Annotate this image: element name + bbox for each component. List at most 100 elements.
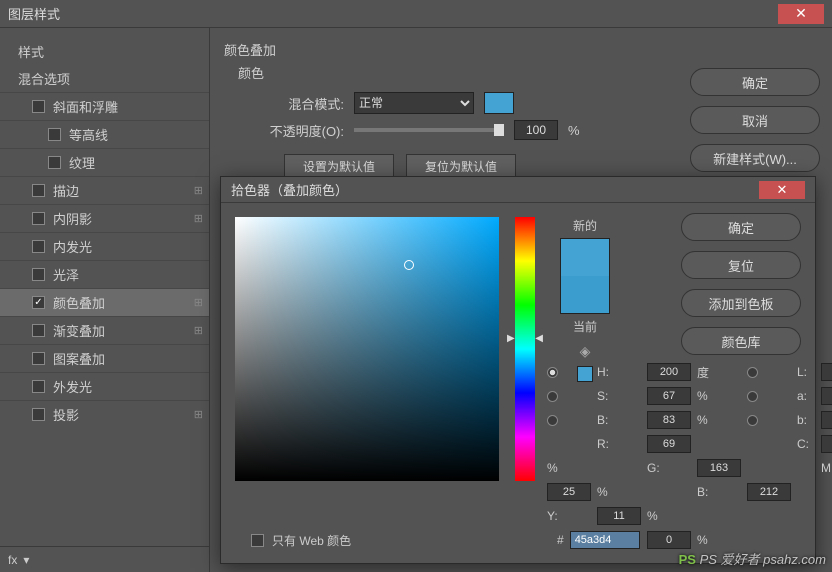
style-item-渐变叠加[interactable]: 渐变叠加 ⊞	[0, 316, 209, 344]
style-label: 纹理	[69, 153, 95, 172]
style-item-外发光[interactable]: 外发光	[0, 372, 209, 400]
color-lib-button[interactable]: 颜色库	[681, 327, 801, 355]
a-input[interactable]	[821, 387, 832, 405]
style-checkbox[interactable]	[32, 296, 45, 309]
style-label: 渐变叠加	[53, 321, 105, 340]
style-label: 内发光	[53, 237, 92, 256]
new-color-swatch	[561, 239, 609, 276]
bb-radio[interactable]	[747, 415, 758, 426]
cancel-button[interactable]: 取消	[690, 106, 820, 134]
y-input[interactable]	[597, 507, 641, 525]
web-only-row: 只有 Web 颜色	[251, 532, 351, 549]
blend-options[interactable]: 混合选项	[0, 65, 209, 92]
overlay-color-swatch[interactable]	[484, 92, 514, 114]
current-label: 当前	[573, 318, 597, 335]
style-item-内发光[interactable]: 内发光	[0, 232, 209, 260]
add-swatch-button[interactable]: 添加到色板	[681, 289, 801, 317]
k-input[interactable]	[647, 531, 691, 549]
grip-icon[interactable]: ⊞	[194, 296, 203, 309]
style-label: 内阴影	[53, 209, 92, 228]
style-checkbox[interactable]	[32, 352, 45, 365]
opacity-label: 不透明度(O):	[254, 121, 344, 140]
title-bar: 图层样式 ✕	[0, 0, 832, 28]
h-radio[interactable]	[547, 367, 558, 378]
style-item-等高线[interactable]: 等高线	[0, 120, 209, 148]
hue-thumb[interactable]: ▶◀	[507, 333, 543, 344]
chevron-down-icon[interactable]: ▾	[23, 553, 29, 567]
style-label: 图案叠加	[53, 349, 105, 368]
style-checkbox[interactable]	[32, 380, 45, 393]
c-input[interactable]	[821, 435, 832, 453]
web-only-label: 只有 Web 颜色	[272, 532, 351, 549]
style-item-投影[interactable]: 投影 ⊞	[0, 400, 209, 428]
new-style-button[interactable]: 新建样式(W)...	[690, 144, 820, 172]
hex-row: #	[557, 531, 640, 549]
ok-button[interactable]: 确定	[690, 68, 820, 96]
hex-input[interactable]	[570, 531, 640, 549]
opacity-slider[interactable]	[354, 128, 504, 132]
style-item-光泽[interactable]: 光泽	[0, 260, 209, 288]
blend-mode-label: 混合模式:	[254, 94, 344, 113]
l-radio[interactable]	[747, 367, 758, 378]
close-button[interactable]: ✕	[778, 4, 824, 24]
style-label: 描边	[53, 181, 79, 200]
fx-label: fx	[8, 553, 17, 567]
style-checkbox[interactable]	[32, 100, 45, 113]
styles-header: 样式	[0, 38, 209, 65]
s-input[interactable]	[647, 387, 691, 405]
blue-input[interactable]	[747, 483, 791, 501]
style-checkbox[interactable]	[32, 212, 45, 225]
style-item-斜面和浮雕[interactable]: 斜面和浮雕	[0, 92, 209, 120]
blend-mode-select[interactable]: 正常	[354, 92, 474, 114]
picker-reset-button[interactable]: 复位	[681, 251, 801, 279]
style-checkbox[interactable]	[48, 156, 61, 169]
style-checkbox[interactable]	[32, 268, 45, 281]
style-item-图案叠加[interactable]: 图案叠加	[0, 344, 209, 372]
opacity-input[interactable]	[514, 120, 558, 140]
hue-slider[interactable]: ▶◀	[515, 217, 535, 481]
style-item-颜色叠加[interactable]: 颜色叠加 ⊞	[0, 288, 209, 316]
s-radio[interactable]	[547, 391, 558, 402]
style-checkbox[interactable]	[32, 408, 45, 421]
style-sidebar: 样式 混合选项 斜面和浮雕等高线纹理描边 ⊞ 内阴影 ⊞ 内发光光泽颜色叠加 ⊞ 渐变叠加 ⊞…	[0, 28, 210, 572]
section-title: 颜色叠加	[224, 40, 818, 59]
m-input[interactable]	[547, 483, 591, 501]
picker-close-button[interactable]: ✕	[759, 181, 805, 199]
style-label: 外发光	[53, 377, 92, 396]
hex-prefix: #	[557, 533, 564, 547]
color-values-grid: H:度 L: S:% a: B:% b: R: C:% G: M:% B: Y:…	[547, 363, 832, 549]
opacity-unit: %	[568, 123, 580, 138]
grip-icon[interactable]: ⊞	[194, 212, 203, 225]
fx-bar: fx ▾	[0, 546, 210, 572]
picker-buttons: 确定 复位 添加到色板 颜色库	[681, 213, 801, 355]
bb-input[interactable]	[821, 411, 832, 429]
style-item-描边[interactable]: 描边 ⊞	[0, 176, 209, 204]
bval-input[interactable]	[647, 411, 691, 429]
grip-icon[interactable]: ⊞	[194, 324, 203, 337]
web-only-checkbox[interactable]	[251, 534, 264, 547]
grip-icon[interactable]: ⊞	[194, 408, 203, 421]
picker-ok-button[interactable]: 确定	[681, 213, 801, 241]
r-input[interactable]	[647, 435, 691, 453]
cube-icon[interactable]: ◈	[580, 343, 591, 360]
grip-icon[interactable]: ⊞	[194, 184, 203, 197]
color-picker-dialog: 拾色器（叠加颜色） ✕ ▶◀ 新的 当前 ◈ 确定 复位 添加到色板 颜色库 H…	[220, 176, 816, 564]
style-checkbox[interactable]	[32, 324, 45, 337]
style-label: 投影	[53, 405, 79, 424]
slider-thumb[interactable]	[494, 124, 504, 136]
h-input[interactable]	[647, 363, 691, 381]
b-radio[interactable]	[547, 415, 558, 426]
style-label: 颜色叠加	[53, 293, 105, 312]
style-item-纹理[interactable]: 纹理	[0, 148, 209, 176]
style-checkbox[interactable]	[48, 128, 61, 141]
style-label: 等高线	[69, 125, 108, 144]
l-input[interactable]	[821, 363, 832, 381]
style-checkbox[interactable]	[32, 184, 45, 197]
a-radio[interactable]	[747, 391, 758, 402]
style-checkbox[interactable]	[32, 240, 45, 253]
current-color-swatch[interactable]	[561, 276, 609, 313]
style-item-内阴影[interactable]: 内阴影 ⊞	[0, 204, 209, 232]
saturation-value-field[interactable]	[235, 217, 499, 481]
g-input[interactable]	[697, 459, 741, 477]
sv-cursor[interactable]	[404, 260, 414, 270]
